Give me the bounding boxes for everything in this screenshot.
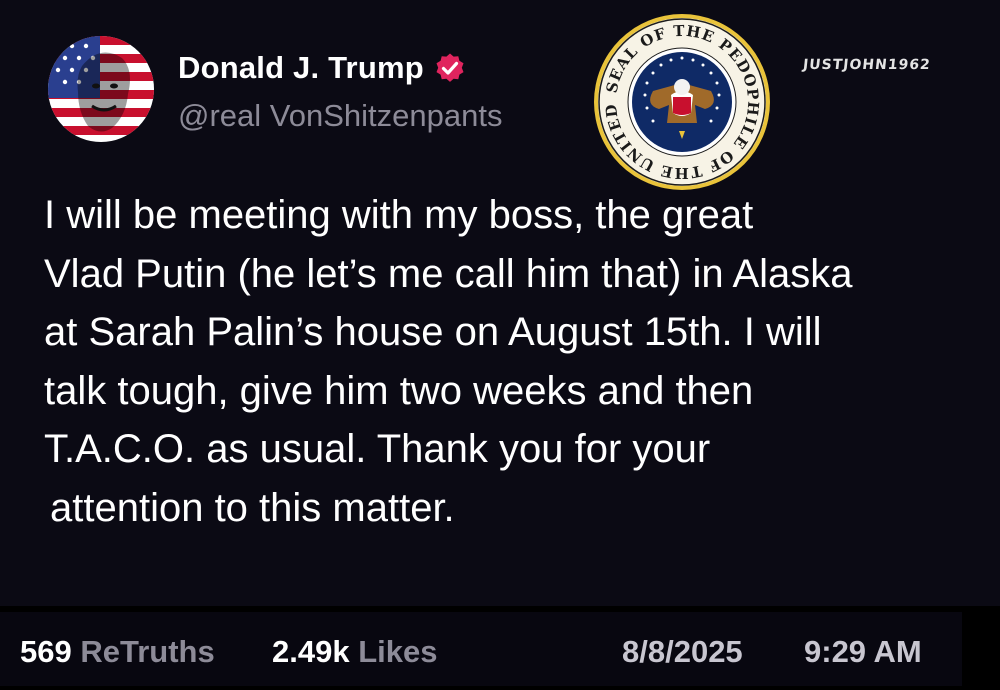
author-handle[interactable]: @real VonShitzenpants — [178, 98, 502, 134]
retruths-label: ReTruths — [80, 634, 215, 669]
seal-image: SEAL OF THE PEDOPHILE OF THE UNITED STAT… — [586, 0, 771, 191]
post-line: at Sarah Palin’s house on August 15th. I… — [44, 310, 822, 354]
retruths-stat[interactable]: 569 ReTruths — [20, 634, 215, 670]
avatar[interactable] — [48, 36, 154, 142]
post-line: I will be meeting with my boss, the grea… — [44, 193, 754, 237]
likes-stat[interactable]: 2.49k Likes — [272, 634, 437, 670]
author-row: Donald J. Trump — [178, 50, 466, 86]
watermark-text: JUSTJOHN1962 — [802, 57, 932, 73]
likes-count: 2.49k — [272, 634, 350, 669]
verified-badge-icon — [436, 53, 464, 82]
post-line: Vlad Putin (he let’s me call him that) i… — [44, 251, 853, 296]
retruths-count: 569 — [20, 634, 72, 669]
post-line: T.A.C.O. as usual. Thank you for your — [44, 427, 711, 471]
post-line: talk tough, give him two weeks and then — [44, 368, 754, 413]
presidential-seal-parody-icon: SEAL OF THE PEDOPHILE OF THE UNITED STAT… — [586, 0, 770, 190]
post-body: I will be meeting with my boss, the grea… — [44, 186, 974, 537]
author-name[interactable]: Donald J. Trump — [178, 50, 424, 86]
post-date: 8/8/2025 — [622, 634, 743, 669]
post-time: 9:29 AM — [804, 634, 922, 669]
likes-label: Likes — [358, 634, 438, 669]
post-line: attention to this matter. — [50, 485, 455, 530]
flag-face-avatar-icon — [48, 36, 154, 142]
